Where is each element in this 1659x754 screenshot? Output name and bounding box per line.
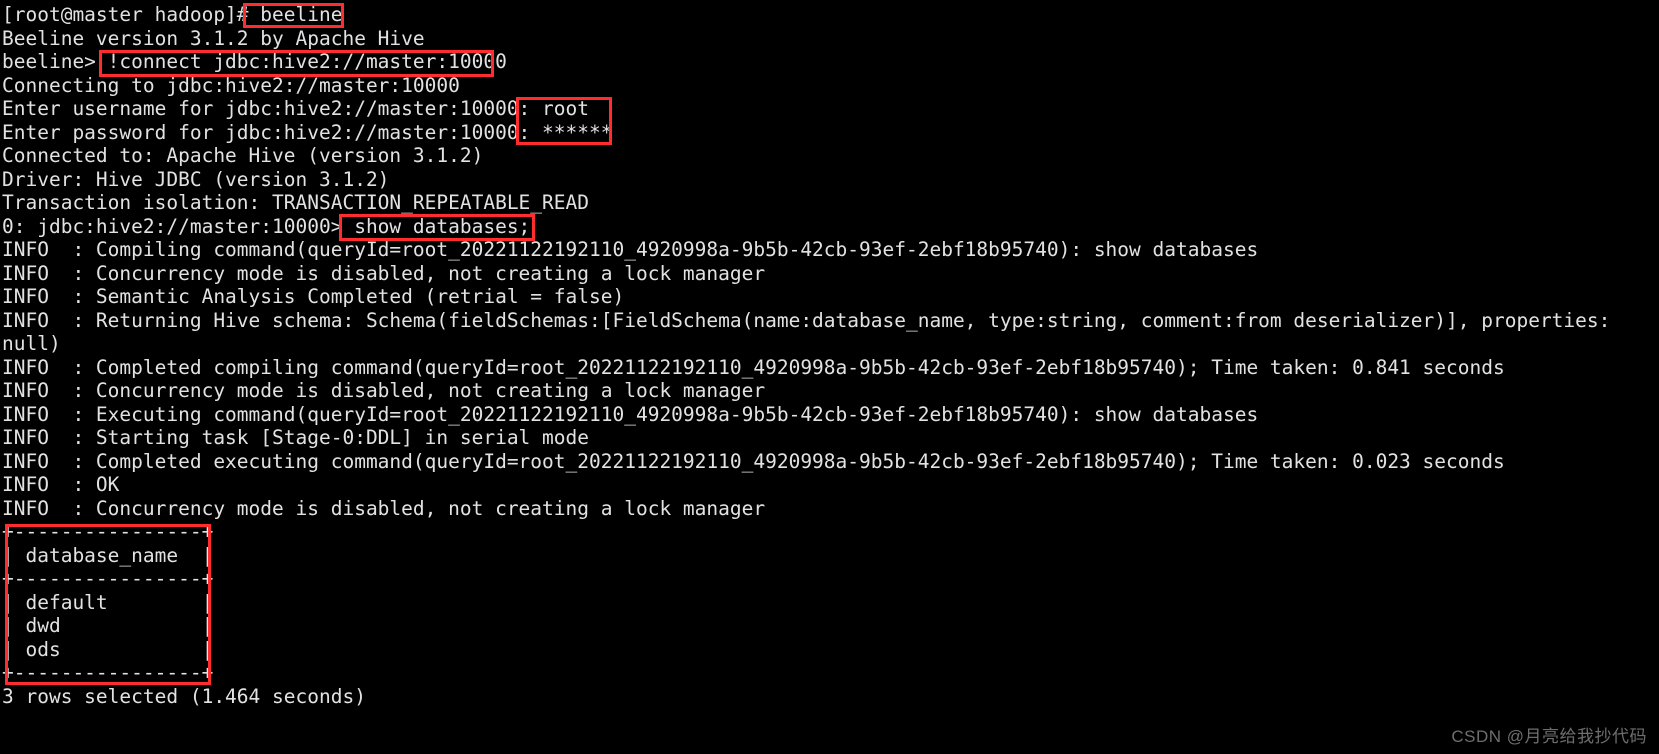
terminal-line: Beeline version 3.1.2 by Apache Hive: [2, 26, 425, 50]
terminal-line: INFO : Completed executing command(query…: [2, 449, 1505, 473]
terminal-line: INFO : Starting task [Stage-0:DDL] in se…: [2, 426, 589, 449]
terminal-line: Driver: Hive JDBC (version 3.1.2): [2, 167, 390, 191]
terminal-line: | default |: [2, 590, 214, 614]
terminal-line: INFO : Concurrency mode is disabled, not…: [2, 496, 766, 520]
terminal-line: +----------------+: [2, 661, 214, 684]
terminal-line: beeline> !connect jdbc:hive2://master:10…: [2, 50, 507, 73]
terminal-line: INFO : Semantic Analysis Completed (retr…: [2, 285, 625, 308]
watermark-label: CSDN @月亮给我抄代码: [1451, 726, 1647, 746]
terminal-line: +----------------+: [2, 567, 214, 590]
terminal-line: Enter password for jdbc:hive2://master:1…: [2, 120, 613, 144]
terminal-line: 3 rows selected (1.464 seconds): [2, 684, 366, 708]
terminal-line: | ods |: [2, 637, 214, 661]
terminal-line: null): [2, 332, 61, 355]
terminal-line: INFO : Concurrency mode is disabled, not…: [2, 379, 766, 402]
terminal-line: INFO : Concurrency mode is disabled, not…: [2, 261, 766, 285]
terminal-line: 0: jdbc:hive2://master:10000> show datab…: [2, 214, 531, 238]
terminal-line: Enter username for jdbc:hive2://master:1…: [2, 97, 589, 120]
terminal-line: Connected to: Apache Hive (version 3.1.2…: [2, 144, 484, 167]
terminal-line: Connecting to jdbc:hive2://master:10000: [2, 73, 460, 97]
terminal-line: INFO : Executing command(queryId=root_20…: [2, 402, 1259, 426]
terminal-line: [root@master hadoop]# beeline: [2, 3, 343, 26]
terminal-line: +----------------+: [2, 520, 214, 543]
terminal-line: INFO : Returning Hive schema: Schema(fie…: [2, 308, 1611, 332]
terminal-line: | dwd |: [2, 614, 214, 637]
terminal-line: | database_name |: [2, 543, 214, 567]
terminal-line: Transaction isolation: TRANSACTION_REPEA…: [2, 191, 589, 214]
terminal-line: INFO : OK: [2, 473, 120, 496]
terminal-window[interactable]: [root@master hadoop]# beeline Beeline ver…: [0, 0, 1659, 754]
terminal-line: INFO : Completed compiling command(query…: [2, 355, 1505, 379]
terminal-output: [root@master hadoop]# beeline Beeline ver…: [2, 3, 1659, 708]
terminal-line: INFO : Compiling command(queryId=root_20…: [2, 238, 1259, 261]
